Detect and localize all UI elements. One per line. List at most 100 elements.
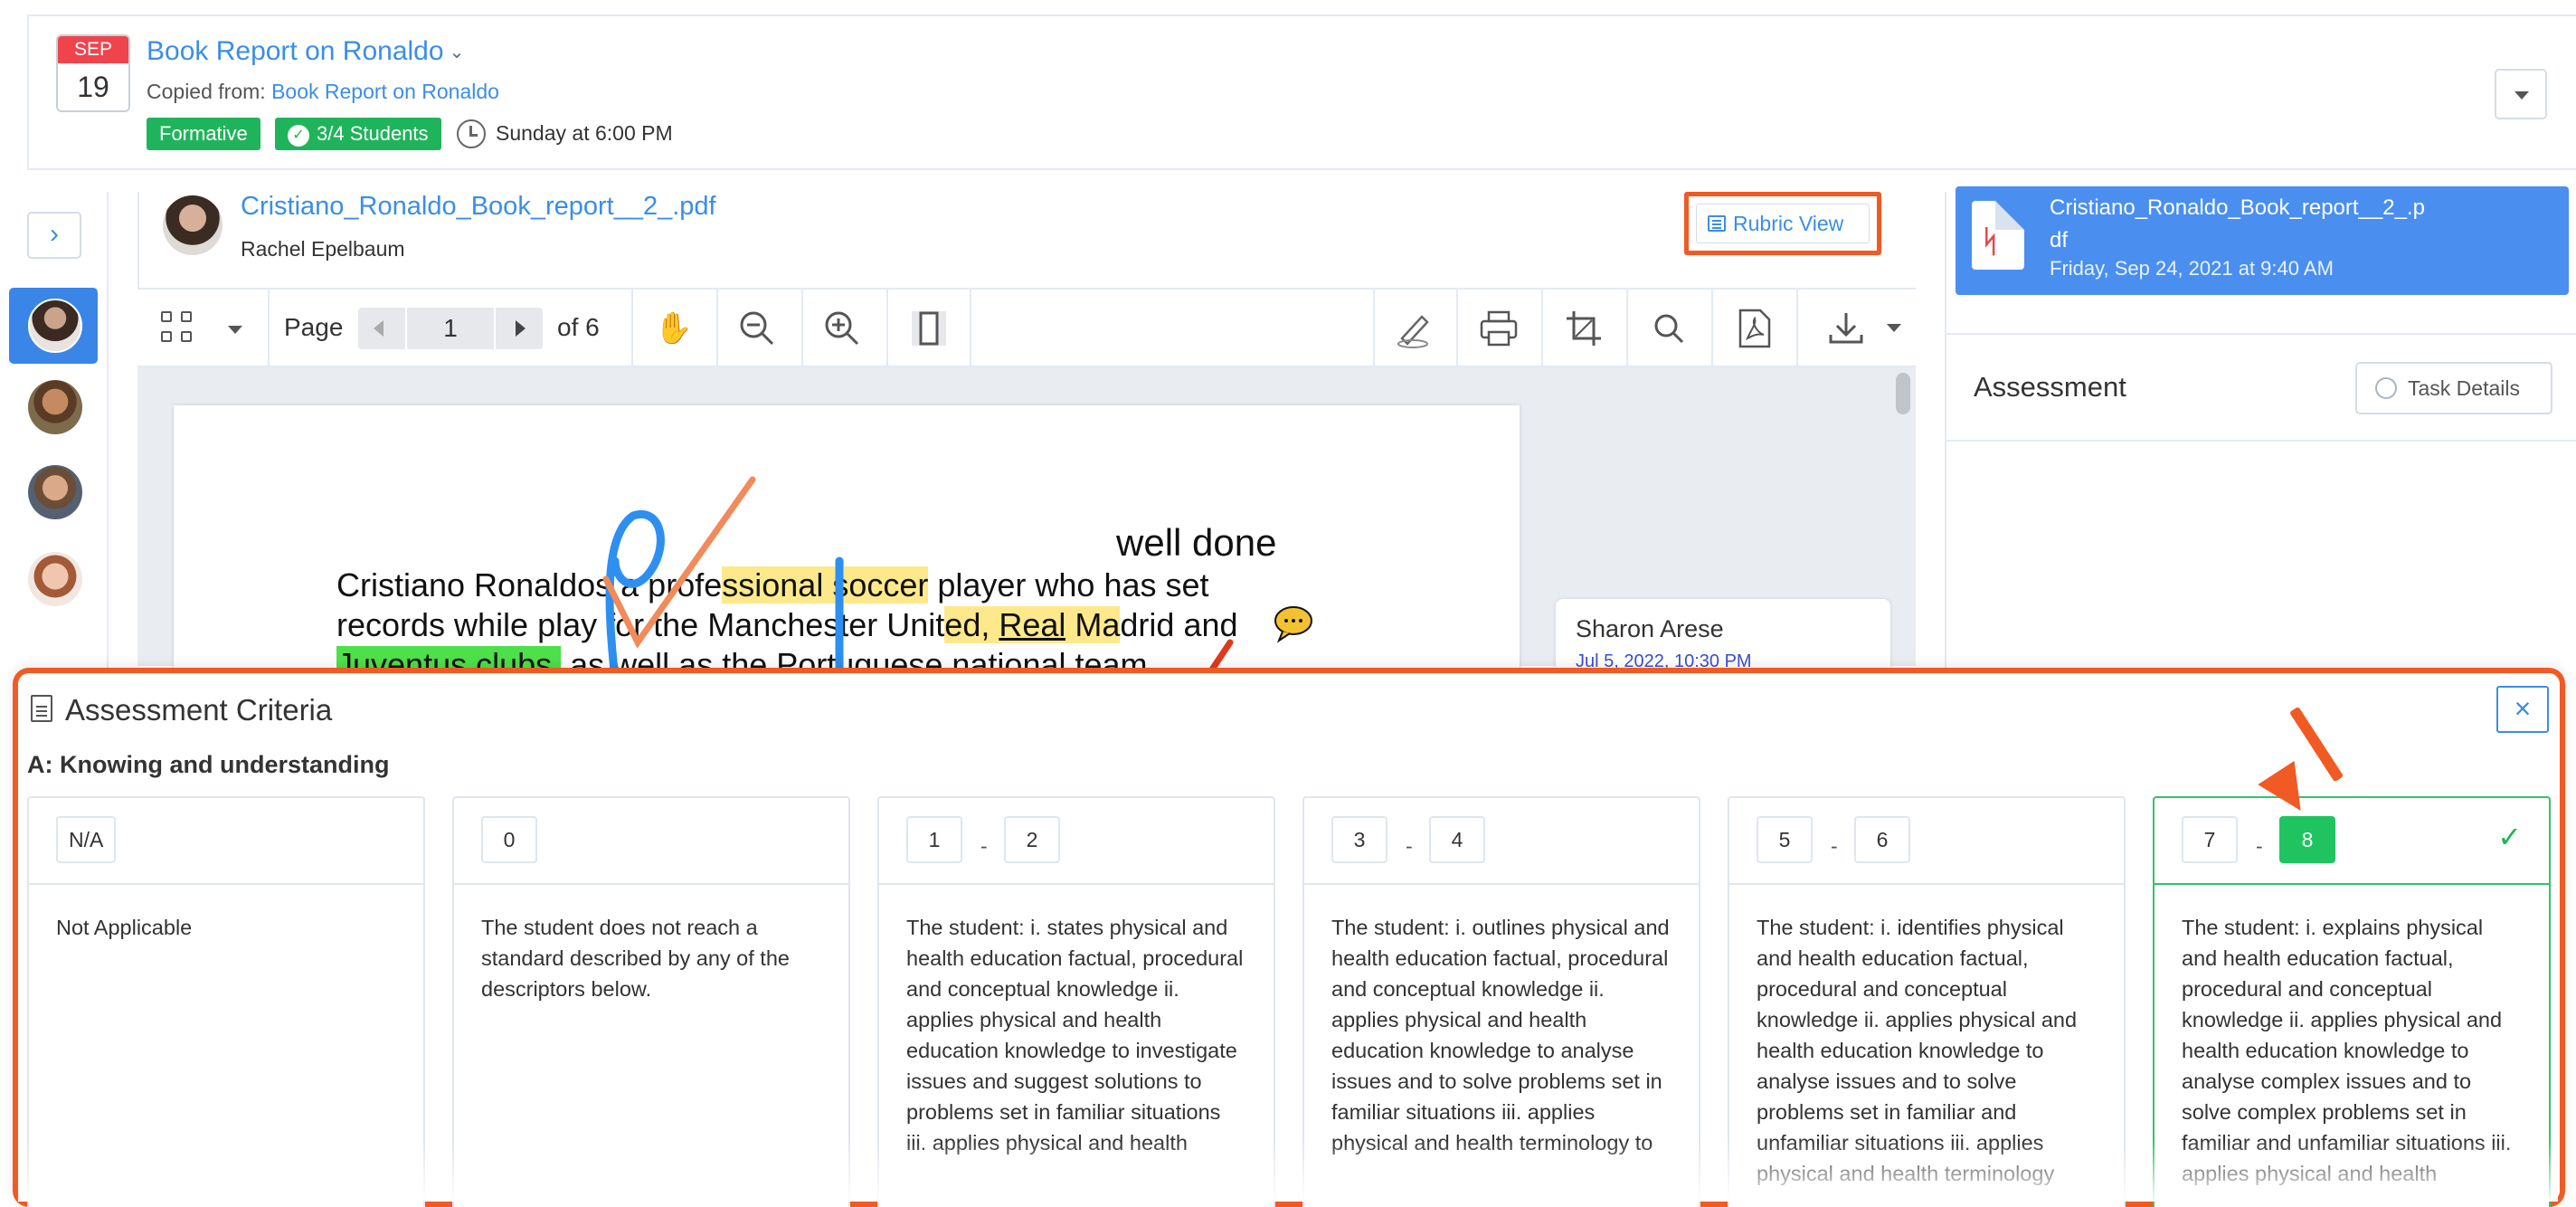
student-avatar-1[interactable] <box>28 299 82 353</box>
download-dropdown-icon[interactable] <box>1887 324 1901 332</box>
copied-from-link[interactable]: Book Report on Ronaldo <box>271 80 499 103</box>
toolbar-divider <box>801 288 803 367</box>
calendar-day: 19 <box>77 71 109 103</box>
pdf-file-icon[interactable] <box>1733 308 1775 349</box>
submission-date: Friday, Sep 24, 2021 at 9:40 AM <box>2050 257 2334 280</box>
toolbar-divider <box>1373 288 1375 367</box>
toolbar-divider <box>1456 288 1458 367</box>
toolbar-divider <box>268 288 270 367</box>
comment-author: Sharon Arese <box>1576 615 1724 642</box>
submission-file-name: Cristiano_Ronaldo_Book_report__2_.pdf <box>2050 195 2425 252</box>
pdf-icon: ᛋ <box>1972 201 2024 270</box>
range-dash: - <box>2256 834 2263 858</box>
document-icon <box>31 695 52 722</box>
expand-sidebar-button[interactable]: › <box>27 212 81 259</box>
toolbar-divider <box>631 288 633 367</box>
score-button[interactable]: 7 <box>2182 816 2238 863</box>
toolbar-divider <box>1796 288 1798 367</box>
score-button[interactable]: 1 <box>906 816 962 863</box>
prev-page-button[interactable] <box>358 308 403 349</box>
panel-divider <box>1945 440 2576 442</box>
fit-page-icon[interactable] <box>908 308 950 349</box>
students-badge[interactable]: ✓ 3/4 Students <box>275 118 441 150</box>
toolbar-divider <box>970 288 971 367</box>
score-button[interactable]: 6 <box>1854 816 1910 863</box>
thumbnails-dropdown-icon[interactable] <box>228 326 242 334</box>
thumbnails-grid-icon[interactable] <box>161 311 194 344</box>
student-name: Rachel Epelbaum <box>241 237 405 261</box>
submitter-avatar <box>163 195 223 255</box>
check-icon: ✓ <box>2497 821 2522 853</box>
score-button[interactable]: 3 <box>1331 816 1387 863</box>
task-details-button[interactable]: Task Details <box>2355 362 2552 414</box>
download-icon[interactable] <box>1825 308 1867 349</box>
copied-from-label: Copied from: <box>147 80 266 103</box>
level-head: 3 - 4 <box>1304 798 1699 885</box>
check-circle-icon: ✓ <box>288 125 309 147</box>
toolbar-divider <box>1711 288 1713 367</box>
student-avatar-3[interactable] <box>28 465 82 519</box>
panel-divider <box>1945 333 2576 335</box>
zoom-in-icon[interactable] <box>821 308 863 349</box>
level-description: Not Applicable <box>56 916 193 939</box>
calendar-date-icon: SEP 19 <box>56 34 130 112</box>
criteria-title: Assessment Criteria <box>65 693 333 727</box>
document-scrollbar[interactable] <box>1896 373 1910 414</box>
student-avatar-2[interactable] <box>28 380 82 434</box>
level-head: 7 - 8 ✓ <box>2155 798 2549 885</box>
close-button[interactable]: × <box>2496 686 2549 733</box>
page-count: of 6 <box>557 313 600 341</box>
print-icon[interactable] <box>1478 308 1520 349</box>
task-title-text: Book Report on Ronaldo <box>147 36 444 66</box>
bottom-fade <box>18 1140 2558 1202</box>
level-description: The student does not reach a standard de… <box>481 916 790 1001</box>
clock-icon <box>457 119 486 148</box>
search-icon[interactable] <box>1648 308 1690 349</box>
task-title-link[interactable]: Book Report on Ronaldo ⌄ <box>147 36 464 67</box>
toolbar-divider <box>1626 288 1628 367</box>
file-name-link[interactable]: Cristiano_Ronaldo_Book_report__2_.pdf <box>241 192 716 222</box>
rubric-view-inner: Rubric View <box>1696 204 1870 243</box>
rubric-view-button[interactable]: Rubric View <box>1684 192 1881 255</box>
hand-pan-icon[interactable]: ✋ <box>653 308 695 349</box>
student-avatar-4[interactable] <box>28 552 82 606</box>
zoom-out-icon[interactable] <box>736 308 778 349</box>
score-button[interactable]: 5 <box>1757 816 1813 863</box>
level-description: The student: i. states physical and heal… <box>906 916 1244 1155</box>
level-head: 0 <box>454 798 848 885</box>
list-icon <box>1708 215 1726 232</box>
page-number-input[interactable]: 1 <box>405 308 496 349</box>
formative-badge: Formative <box>147 118 260 150</box>
criterion-section-title: A: Knowing and understanding <box>27 751 390 778</box>
calendar-month: SEP <box>58 36 128 63</box>
freehand-annotations[interactable] <box>543 461 1321 670</box>
header-dropdown-button[interactable] <box>2495 69 2547 119</box>
level-head: 1 - 2 <box>879 798 1274 885</box>
next-page-button[interactable] <box>497 308 543 349</box>
crop-icon[interactable] <box>1563 308 1605 349</box>
score-button[interactable]: 2 <box>1004 816 1060 863</box>
rubric-view-label: Rubric View <box>1733 212 1844 235</box>
chevron-down-icon[interactable]: ⌄ <box>450 43 465 62</box>
level-head: N/A <box>29 798 423 885</box>
range-dash: - <box>1831 834 1838 858</box>
selected-score-button[interactable]: 8 <box>2279 816 2335 863</box>
range-dash: - <box>1406 834 1413 858</box>
range-dash: - <box>980 834 988 858</box>
copied-from: Copied from: Book Report on Ronaldo <box>147 80 499 104</box>
task-details-label: Task Details <box>2408 376 2520 400</box>
annotate-pen-icon[interactable] <box>1393 308 1435 349</box>
toolbar-divider <box>886 288 888 367</box>
level-head: 5 - 6 <box>1729 798 2124 885</box>
due-date: Sunday at 6:00 PM <box>496 121 673 145</box>
edit-circle-icon <box>2375 377 2397 399</box>
toolbar-divider <box>716 288 718 367</box>
page-label: Page <box>284 313 344 341</box>
score-button[interactable]: N/A <box>56 816 117 863</box>
assessment-title: Assessment <box>1974 371 2126 403</box>
score-button[interactable]: 4 <box>1429 816 1485 863</box>
students-badge-label: 3/4 Students <box>317 122 429 145</box>
score-button[interactable]: 0 <box>481 816 537 863</box>
level-description: The student: i. outlines physical and he… <box>1331 916 1670 1155</box>
toolbar-divider <box>1541 288 1543 367</box>
